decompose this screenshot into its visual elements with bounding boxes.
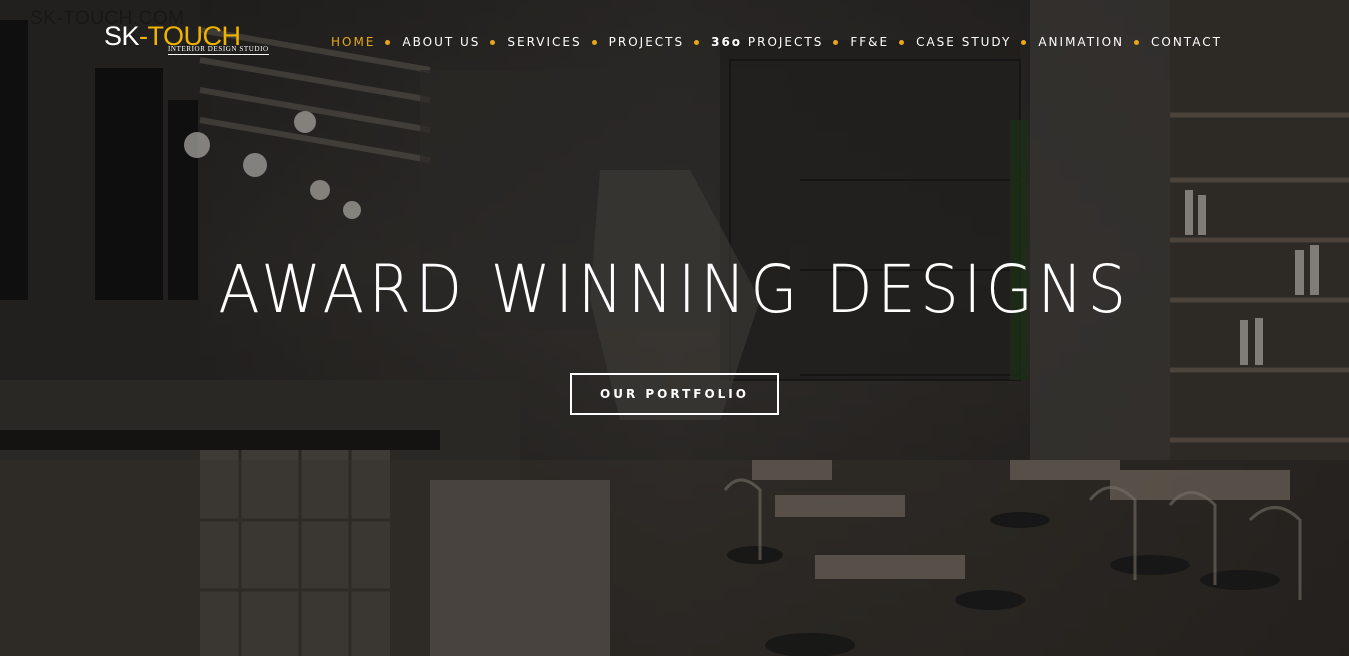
logo-main-text: SK bbox=[104, 21, 140, 51]
nav-separator-dot bbox=[1021, 39, 1027, 45]
nav-separator-dot bbox=[490, 39, 496, 45]
main-navigation: HOME ABOUT US SERVICES PROJECTS 36o PROJ… bbox=[331, 35, 1222, 49]
nav-item-case-study[interactable]: CASE STUDY bbox=[916, 35, 1011, 49]
nav-separator-dot bbox=[833, 39, 839, 45]
site-logo[interactable]: SK-TOUCH INTERIOR DESIGN STUDIO bbox=[104, 21, 269, 62]
nav-separator-dot bbox=[694, 39, 700, 45]
nav-separator-dot bbox=[899, 39, 905, 45]
nav-item-360-label: PROJECTS bbox=[742, 35, 824, 49]
our-portfolio-button[interactable]: OUR PORTFOLIO bbox=[570, 373, 779, 415]
nav-item-animation[interactable]: ANIMATION bbox=[1038, 35, 1124, 49]
nav-item-projects[interactable]: PROJECTS bbox=[609, 35, 684, 49]
hero-headline: AWARD WINNING DESIGNS bbox=[218, 251, 1131, 328]
nav-item-services[interactable]: SERVICES bbox=[507, 35, 581, 49]
nav-item-home[interactable]: HOME bbox=[331, 35, 375, 49]
nav-item-360-projects[interactable]: 36o PROJECTS bbox=[711, 35, 823, 49]
nav-item-ffe[interactable]: FF&E bbox=[850, 35, 889, 49]
nav-separator-dot bbox=[1134, 39, 1139, 45]
nav-item-contact[interactable]: CONTACT bbox=[1151, 35, 1222, 49]
nav-item-about-us[interactable]: ABOUT US bbox=[402, 35, 480, 49]
nav-separator-dot bbox=[385, 39, 391, 45]
nav-separator-dot bbox=[591, 39, 597, 45]
nav-item-360-prefix: 36o bbox=[711, 35, 743, 49]
logo-tagline: INTERIOR DESIGN STUDIO bbox=[168, 45, 269, 55]
